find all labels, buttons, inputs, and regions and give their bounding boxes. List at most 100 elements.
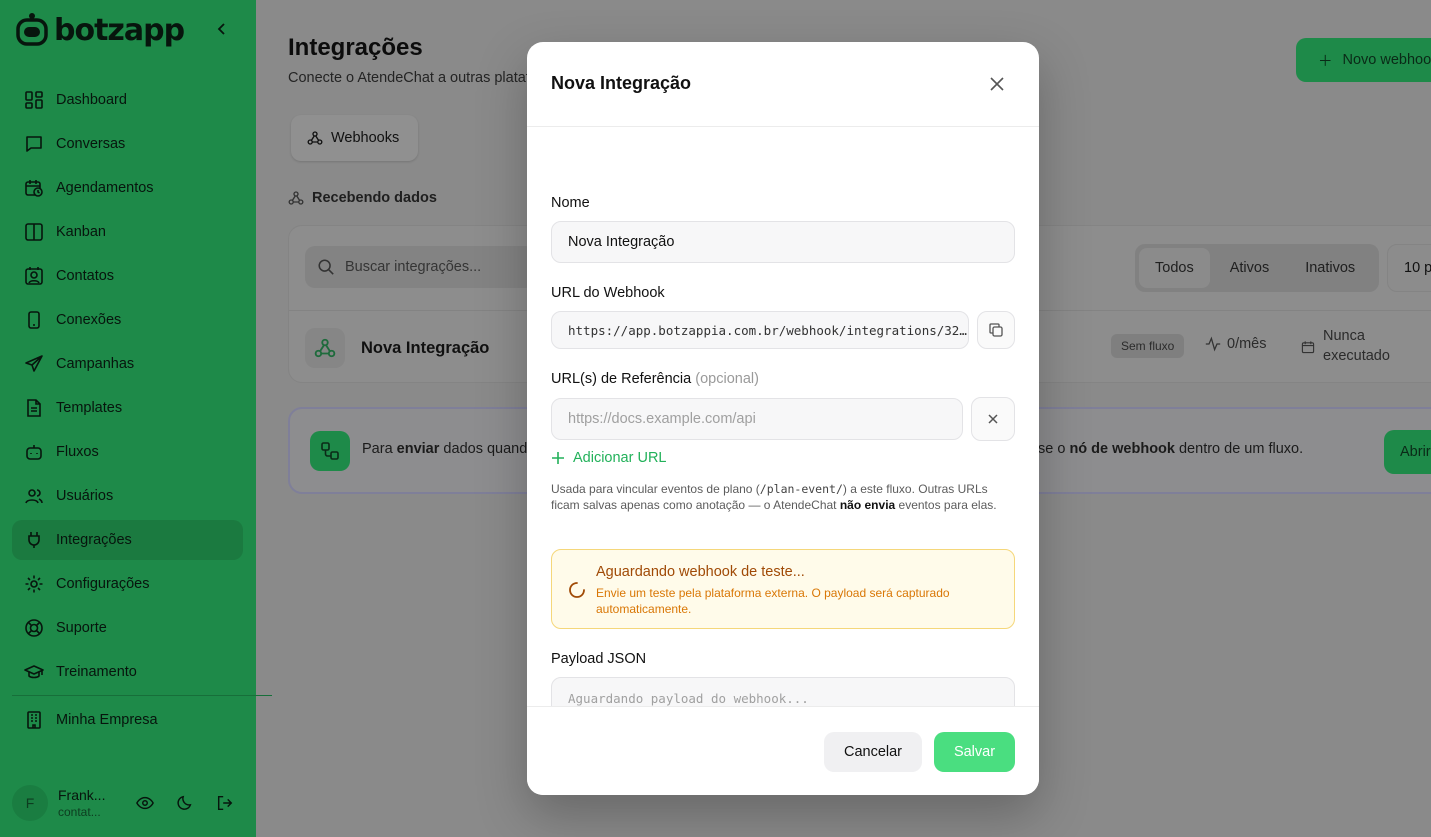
sidebar-nav: Dashboard Conversas Agendamentos Kanban … [12,80,243,696]
webhook-url-label: URL do Webhook [551,285,665,301]
sidebar-item-label: Fluxos [56,444,99,460]
moon-icon[interactable] [176,794,194,812]
sidebar-item-fluxos[interactable]: Fluxos [12,432,243,472]
integration-row[interactable]: Nova Integração [305,328,489,368]
sidebar-item-label: Treinamento [56,664,137,680]
sidebar-item-campanhas[interactable]: Campanhas [12,344,243,384]
sidebar-item-label: Templates [56,400,123,416]
users-icon [25,489,43,504]
filter-ativos[interactable]: Ativos [1214,248,1286,288]
sidebar-company: Minha Empresa [12,700,243,744]
avatar: F [12,785,48,821]
sidebar-item-label: Minha Empresa [56,712,158,728]
webhook-url-field[interactable]: https://app.botzappia.com.br/webhook/int… [551,311,969,349]
contacts-icon [25,267,43,285]
new-integration-modal: Nova Integração Nome Nova Integração URL… [527,42,1039,795]
payload-textarea[interactable]: Aguardando payload do webhook... [551,677,1015,706]
sidebar-item-templates[interactable]: Templates [12,388,243,428]
tab-label: Webhooks [331,130,400,146]
open-button[interactable]: Abrir [1384,430,1431,474]
sidebar-item-configuracoes[interactable]: Configurações [12,564,243,604]
sidebar-item-agendamentos[interactable]: Agendamentos [12,168,243,208]
eye-icon[interactable] [136,794,154,812]
sidebar-item-label: Usuários [56,488,114,504]
search-icon [318,259,334,275]
calendar-icon [1301,341,1315,354]
calendar-clock-icon [25,180,43,197]
sidebar-item-label: Configurações [56,576,150,592]
payload-placeholder: Aguardando payload do webhook... [568,691,809,706]
file-text-icon [27,399,41,417]
sidebar-item-treinamento[interactable]: Treinamento [12,652,243,692]
integration-name: Nova Integração [361,338,490,357]
reference-help-text: Usada para vincular eventos de plano (/p… [551,482,997,512]
sidebar-item-usuarios[interactable]: Usuários [12,476,243,516]
sidebar-item-dashboard[interactable]: Dashboard [12,80,243,120]
sidebar-item-label: Conexões [56,312,122,328]
graduation-cap-icon [24,665,44,679]
status-filter: Todos Ativos Inativos [1135,244,1379,292]
alert-title: Aguardando webhook de teste... [596,564,805,580]
sidebar-item-minha-empresa[interactable]: Minha Empresa [12,700,243,740]
sidebar-item-integracoes[interactable]: Integrações [12,520,243,560]
logout-icon[interactable] [216,794,234,812]
close-icon [988,414,998,424]
sidebar-item-label: Kanban [56,224,106,240]
webhook-icon [307,131,323,145]
sidebar-item-conversas[interactable]: Conversas [12,124,243,164]
per-page-select[interactable]: 10 por página [1387,244,1431,292]
sidebar-item-suporte[interactable]: Suporte [12,608,243,648]
collapse-sidebar-icon[interactable] [216,22,228,41]
status-badge: Sem fluxo [1111,334,1185,358]
filter-inativos[interactable]: Inativos [1289,248,1371,288]
copy-icon [989,323,1003,337]
search-input[interactable]: Buscar integrações... [305,246,535,288]
user-name: Frank... [58,787,106,803]
section-title: Recebendo dados [288,190,437,206]
webhook-icon [288,191,304,205]
section-label: Recebendo dados [312,190,437,206]
webhook-icon [314,338,336,358]
sidebar-item-label: Dashboard [56,92,127,108]
sidebar-item-kanban[interactable]: Kanban [12,212,243,252]
banner-text-right: se o nó de webhook dentro de um fluxo. [1038,441,1304,457]
logo[interactable]: botzapp [16,12,185,48]
loading-spinner-icon [569,582,585,598]
plus-icon [552,452,564,464]
last-run-value: Nunca executado [1323,328,1390,364]
cancel-button[interactable]: Cancelar [824,732,922,772]
phone-icon [28,311,40,329]
sidebar-item-conexoes[interactable]: Conexões [12,300,243,340]
workflow-icon [310,431,350,471]
user-profile[interactable]: F Frank... contat... [12,785,105,821]
alert-text: Envie um teste pela plataforma externa. … [596,586,950,616]
filter-todos[interactable]: Todos [1139,248,1210,288]
waiting-webhook-alert: Aguardando webhook de teste... Envie um … [551,549,1015,629]
name-field[interactable]: Nova Integração [551,221,1015,263]
rate-value: 0/mês [1227,336,1267,352]
sidebar-item-label: Agendamentos [56,180,154,196]
add-url-button[interactable]: Adicionar URL [551,450,667,466]
new-webhook-label: Novo webhook [1342,52,1431,68]
new-webhook-button[interactable]: ＋ Novo webhook [1296,38,1431,82]
bot-icon [26,445,42,460]
copy-url-button[interactable] [977,311,1015,349]
reference-url-input[interactable]: https://docs.example.com/api [551,398,963,440]
building-icon [27,711,41,729]
save-button[interactable]: Salvar [934,732,1015,772]
dashboard-icon [25,91,43,109]
tab-webhooks[interactable]: Webhooks [291,115,418,161]
remove-url-button[interactable] [971,397,1015,441]
plus-icon: ＋ [1318,53,1333,70]
sidebar-item-contatos[interactable]: Contatos [12,256,243,296]
plug-icon [28,532,40,548]
bot-logo-icon [16,13,48,46]
user-email: contat... [58,805,101,819]
close-icon[interactable] [989,76,1005,92]
search-placeholder: Buscar integrações... [345,259,482,275]
integration-last-run: Nunca executado [1301,326,1403,366]
sidebar-item-label: Suporte [56,620,107,636]
kanban-icon [25,223,43,241]
sidebar: botzapp Dashboard Conversas Agendamentos… [0,0,272,837]
activity-icon [1205,336,1221,352]
